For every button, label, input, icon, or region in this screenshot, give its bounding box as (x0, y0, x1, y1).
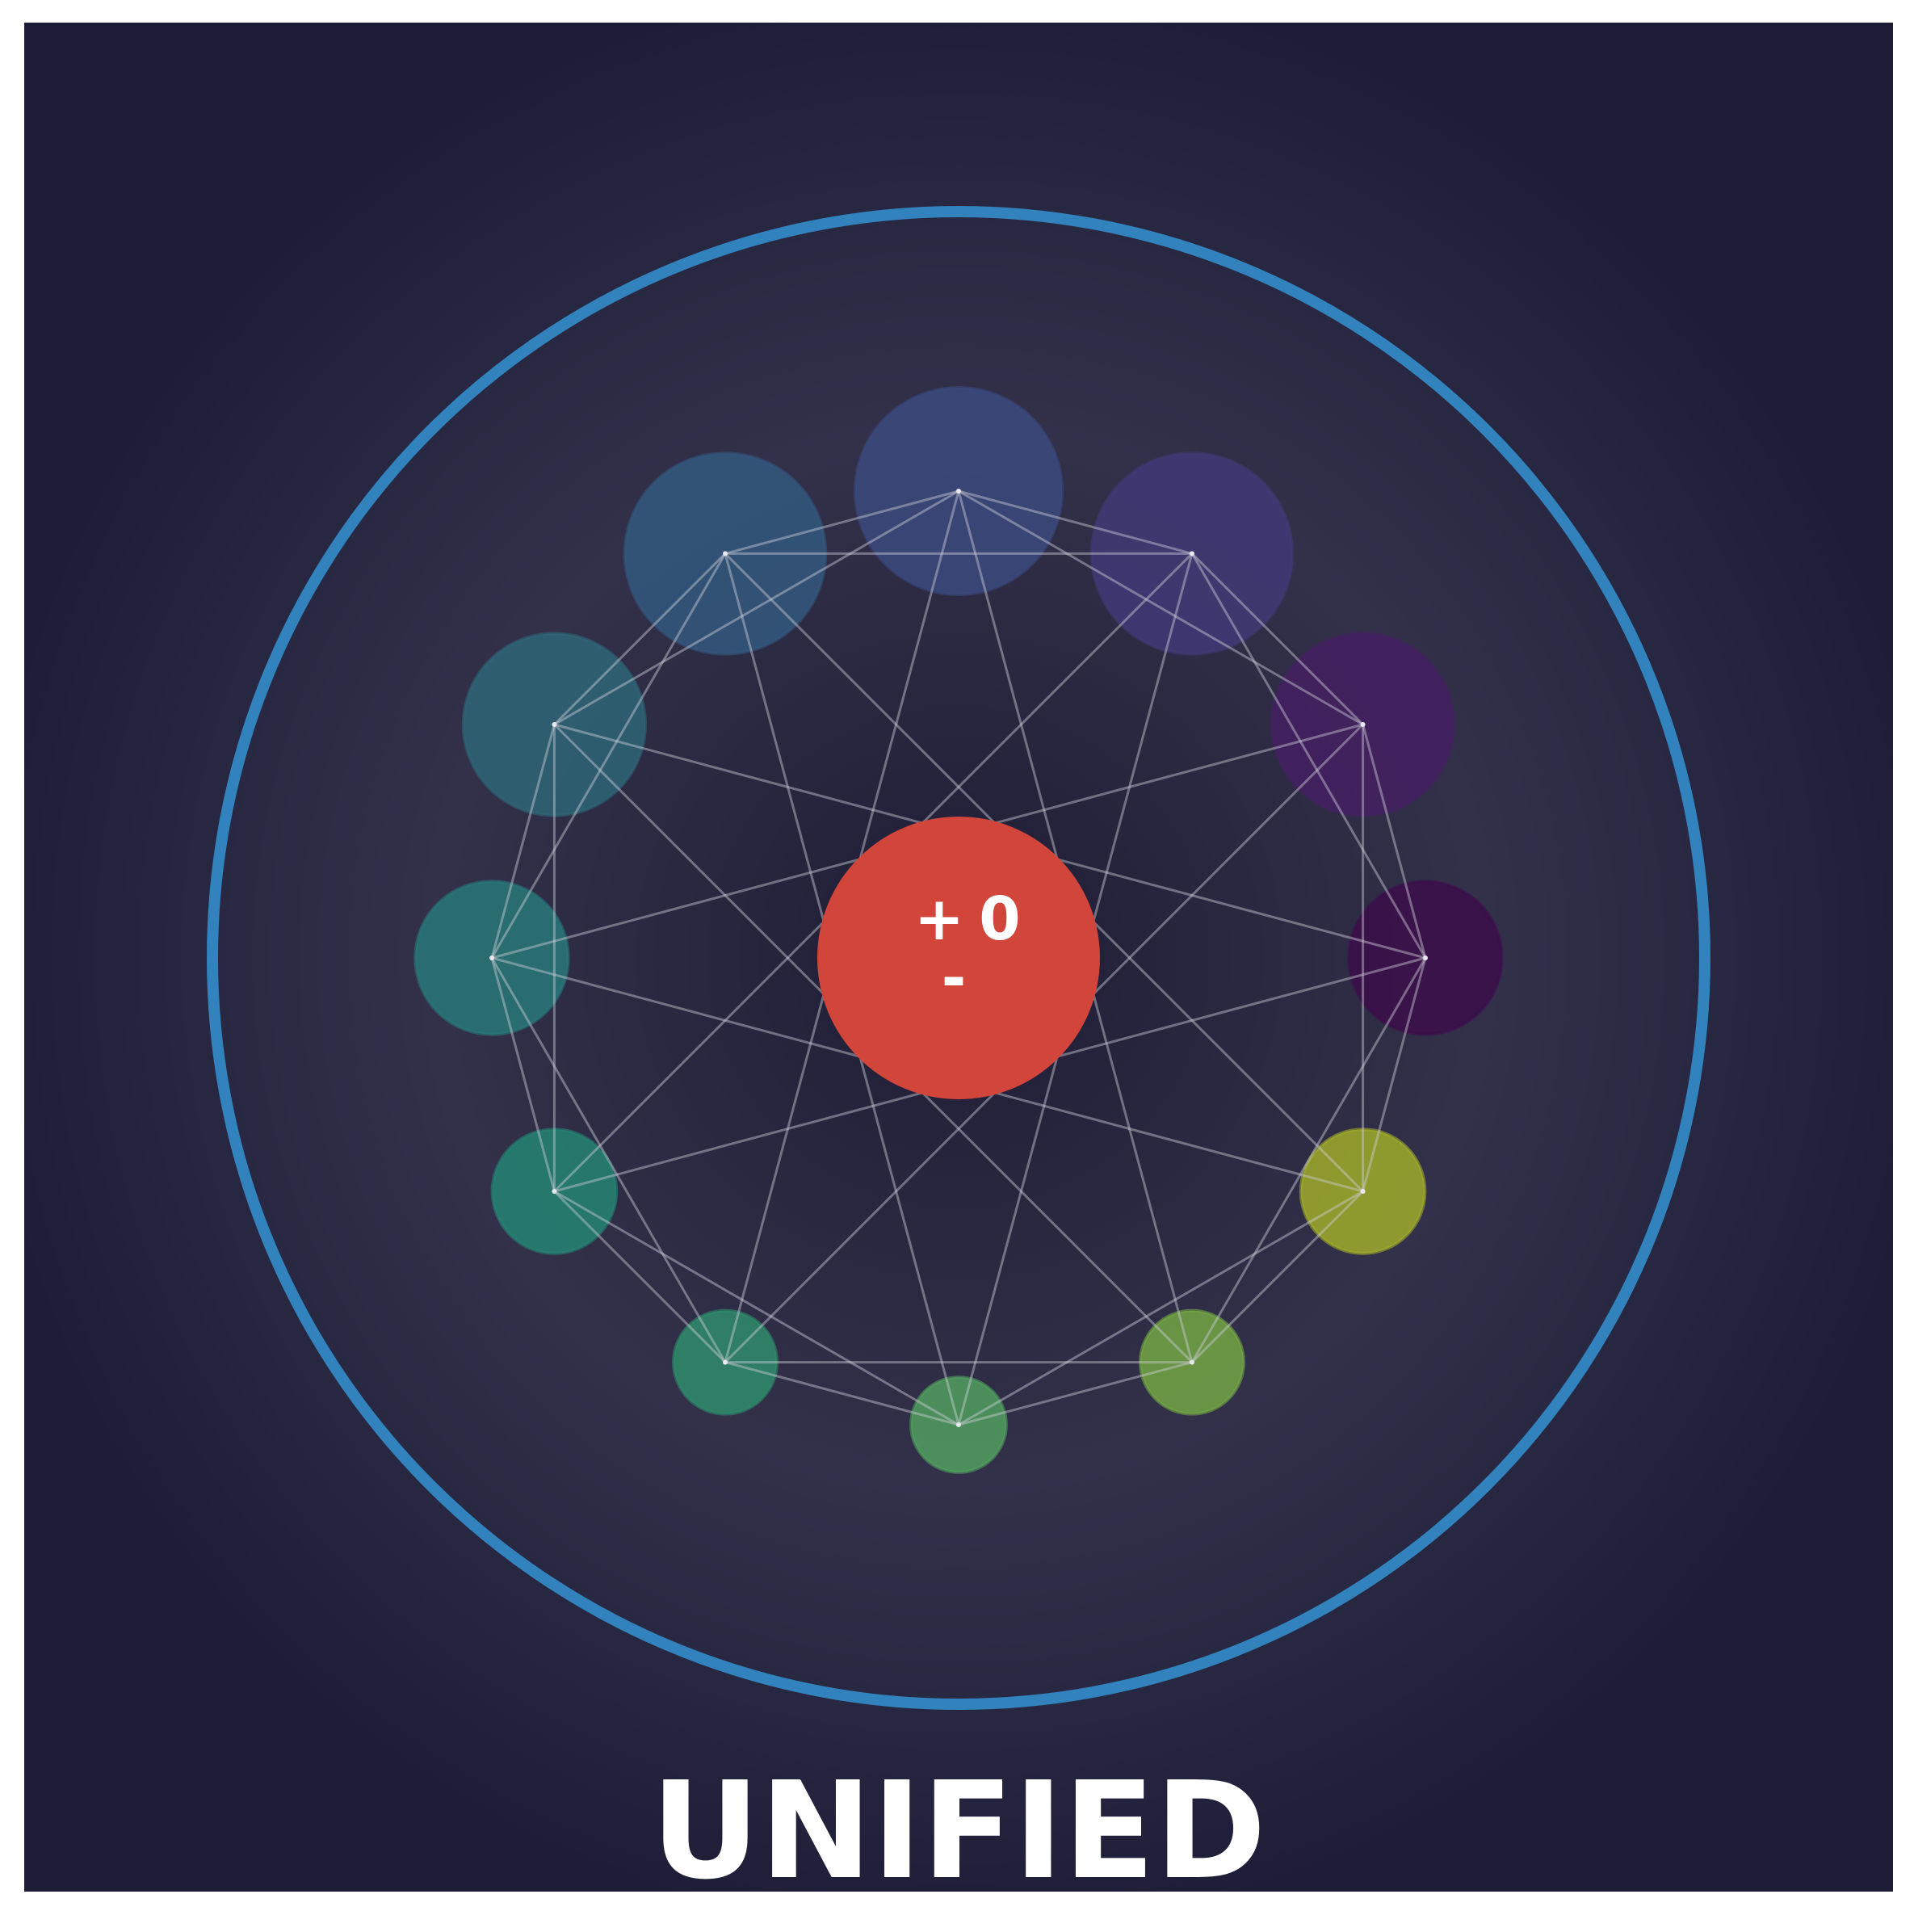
vertex-dot (956, 1422, 961, 1427)
diagram-title: UNIFIED (651, 1754, 1266, 1909)
unified-diagram: + 0 - UNIFIED (24, 23, 1893, 1909)
vertex-dot (552, 722, 557, 727)
vertex-dot (1360, 1189, 1366, 1194)
vertex-dot (1423, 956, 1428, 960)
vertex-dot (489, 956, 494, 960)
vertex-dot (552, 1189, 557, 1194)
vertex-dot (1360, 722, 1366, 727)
vertex-dot (723, 1359, 728, 1365)
vertex-dot (1190, 551, 1194, 556)
vertex-dot (956, 489, 961, 494)
center-minus-sign: - (942, 943, 967, 1013)
center-value: 0 (979, 884, 1021, 954)
vertex-dot (1190, 1359, 1194, 1365)
vertex-dot (723, 551, 728, 556)
